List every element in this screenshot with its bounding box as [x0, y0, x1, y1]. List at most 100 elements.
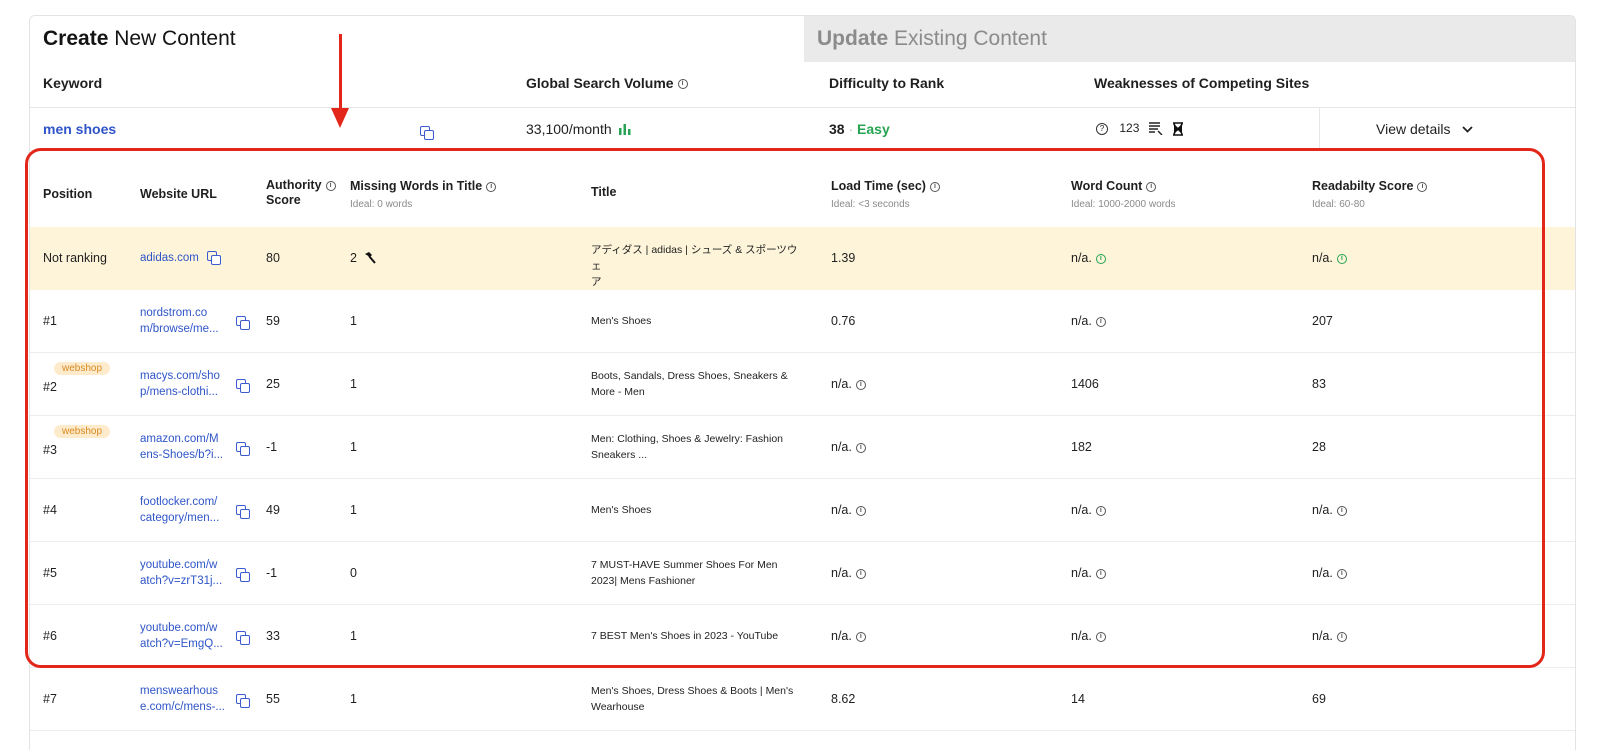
row-load-time: 0.76 — [831, 314, 856, 328]
info-icon[interactable]: i — [1336, 505, 1347, 516]
row-url-line2: e.com/c/mens-... — [140, 701, 225, 713]
keyword-header: Keyword Global Search Volume i Difficulty… — [30, 62, 1575, 108]
info-icon[interactable]: i — [929, 181, 940, 192]
content-panel: Create New Content Update Existing Conte… — [29, 15, 1576, 750]
col-load-ideal: Ideal: <3 seconds — [831, 199, 910, 210]
copy-icon[interactable] — [236, 379, 250, 393]
col-word-count[interactable]: Word Count i Ideal: 1000-2000 words — [1071, 179, 1176, 210]
table-row: #4 footlocker.com/category/men... 49 1 M… — [30, 479, 1575, 542]
info-icon[interactable]: i — [1095, 316, 1106, 327]
copy-icon[interactable] — [236, 568, 250, 582]
row-authority: 49 — [266, 503, 280, 517]
copy-icon[interactable] — [236, 505, 250, 519]
col-missing-words[interactable]: Missing Words in Title i Ideal: 0 words — [350, 179, 497, 210]
copy-icon[interactable] — [236, 694, 250, 708]
row-url[interactable]: amazon.com/M ens-Shoes/b?i... — [140, 431, 223, 463]
keyword-link[interactable]: men shoes — [43, 121, 116, 137]
info-icon[interactable]: i — [1336, 253, 1347, 264]
tab-create-rest: New Content — [108, 27, 236, 50]
bar-chart-icon — [618, 124, 631, 135]
chevron-down-icon — [1462, 126, 1473, 134]
row-title: Boots, Sandals, Dress Shoes, Sneakers & M… — [591, 368, 801, 400]
info-icon[interactable]: i — [486, 181, 497, 192]
row-load-time: n/a. i — [831, 440, 866, 454]
table-row: #7 menswearhous e.com/c/mens-... 55 1 Men… — [30, 668, 1575, 731]
info-icon[interactable]: i — [1336, 631, 1347, 642]
col-authority-score[interactable]: Authority i Score — [266, 178, 336, 208]
row-authority: 80 — [266, 251, 280, 265]
col-readability-score[interactable]: Readabilty Score i Ideal: 60-80 — [1312, 179, 1428, 210]
tab-create-bold: Create — [43, 27, 109, 50]
volume-heading-label: Global Search Volume — [526, 75, 674, 91]
row-title: 7 MUST-HAVE Summer Shoes For Men 2023| Me… — [591, 557, 801, 589]
row-title: Men's Shoes — [591, 315, 652, 327]
row-url[interactable]: macys.com/sho p/mens-clothi... — [140, 368, 220, 400]
row-word-count: n/a. i — [1071, 629, 1106, 643]
info-icon[interactable]: i — [1095, 253, 1106, 264]
tab-update-rest: Existing Content — [888, 27, 1047, 50]
row-url[interactable]: adidas.com — [140, 250, 221, 266]
row-load-value: n/a. — [831, 566, 852, 580]
copy-icon[interactable] — [420, 123, 434, 140]
table-header: Position Website URL Authority i Score Mi… — [30, 151, 1575, 227]
row-url[interactable]: footlocker.com/category/men... — [140, 494, 219, 526]
row-word-count: 182 — [1071, 440, 1092, 454]
row-url[interactable]: nordstrom.co m/browse/me... — [140, 305, 219, 337]
copy-icon[interactable] — [236, 316, 250, 330]
row-missing: 1 — [350, 629, 357, 643]
row-url-text: adidas.com — [140, 252, 199, 264]
row-url[interactable]: youtube.com/w atch?v=EmgQ... — [140, 620, 223, 652]
table-row-own-site: Not ranking adidas.com 80 2 アディダス | adid… — [30, 227, 1575, 290]
info-icon[interactable]: i — [325, 180, 336, 191]
info-icon[interactable]: i — [1146, 181, 1157, 192]
row-load-value: n/a. — [831, 629, 852, 643]
webshop-badge: webshop — [54, 425, 111, 438]
hammer-icon — [365, 252, 377, 264]
info-icon[interactable]: i — [855, 442, 866, 453]
info-icon[interactable]: i — [855, 568, 866, 579]
col-title[interactable]: Title — [591, 185, 616, 199]
info-icon[interactable]: i — [855, 505, 866, 516]
row-word-count: 14 — [1071, 692, 1085, 706]
help-icon[interactable]: ? — [1096, 122, 1108, 135]
info-icon[interactable]: i — [677, 79, 688, 90]
row-url[interactable]: youtube.com/w atch?v=zrT31j... — [140, 557, 222, 589]
row-word-count: n/a. i — [1071, 566, 1106, 580]
row-missing: 1 — [350, 314, 357, 328]
copy-icon[interactable] — [236, 631, 250, 645]
info-icon[interactable]: i — [1417, 181, 1428, 192]
tab-create-new-content[interactable]: Create New Content — [30, 16, 804, 62]
col-website-url[interactable]: Website URL — [140, 187, 217, 201]
copy-icon[interactable] — [236, 442, 250, 456]
row-authority: -1 — [266, 566, 278, 580]
row-word-count-value: n/a. — [1071, 566, 1092, 580]
difficulty-separator: · — [848, 121, 854, 137]
hourglass-icon — [1173, 122, 1184, 136]
col-load-time[interactable]: Load Time (sec) i Ideal: <3 seconds — [831, 179, 940, 210]
info-icon[interactable]: i — [1095, 505, 1106, 516]
info-icon[interactable]: i — [1095, 568, 1106, 579]
info-icon[interactable]: i — [1336, 568, 1347, 579]
row-title-line1: Boots, Sandals, Dress Shoes, Sneakers & — [591, 370, 788, 382]
copy-icon[interactable] — [206, 251, 221, 266]
info-icon[interactable]: i — [855, 631, 866, 642]
info-icon[interactable]: i — [1095, 631, 1106, 642]
col-missing-ideal: Ideal: 0 words — [350, 199, 413, 210]
row-word-count-value: n/a. — [1071, 314, 1092, 328]
view-details-button[interactable]: View details — [1319, 108, 1575, 151]
weaknesses-summary: ? 123 — [1096, 121, 1184, 136]
row-readability: 83 — [1312, 377, 1326, 391]
row-position: #4 — [43, 503, 57, 517]
col-position[interactable]: Position — [43, 187, 92, 201]
tab-update-existing-content[interactable]: Update Existing Content — [804, 16, 1575, 62]
row-missing-value: 2 — [350, 251, 357, 265]
table-row: webshop #2 macys.com/sho p/mens-clothi...… — [30, 353, 1575, 416]
weakness-count: 123 — [1119, 121, 1140, 135]
row-url[interactable]: menswearhous e.com/c/mens-... — [140, 683, 225, 715]
text-lines-icon — [1148, 122, 1163, 136]
row-readability: 207 — [1312, 314, 1333, 328]
row-title-line2: 2023| Mens Fashioner — [591, 575, 696, 587]
row-authority: 55 — [266, 692, 280, 706]
info-icon[interactable]: i — [855, 379, 866, 390]
row-readability-value: n/a. — [1312, 503, 1333, 517]
